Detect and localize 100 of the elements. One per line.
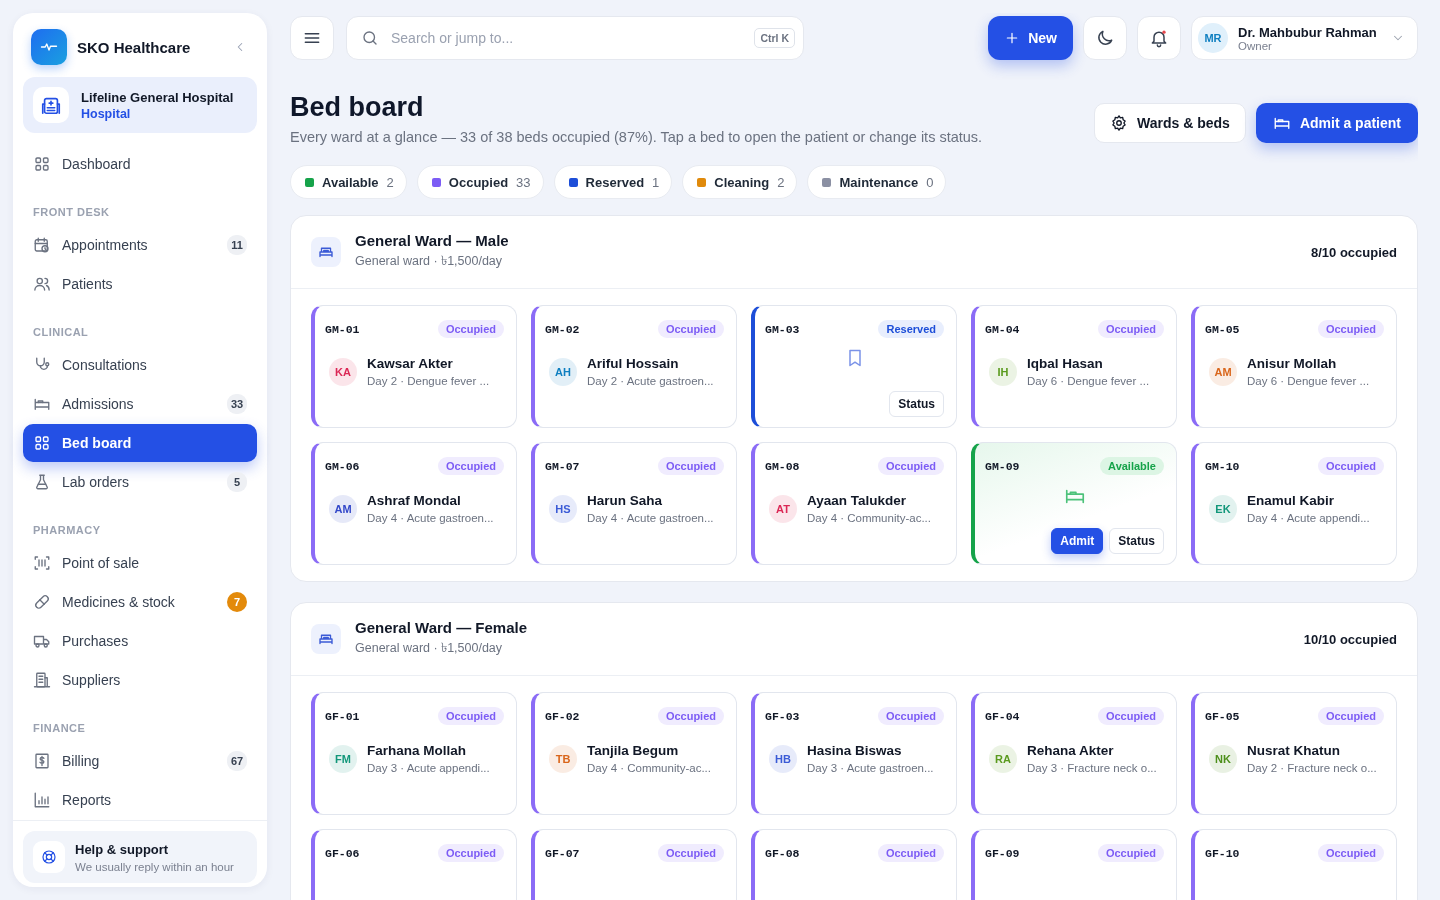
sidebar-item[interactable]: Admissions 33 — [23, 385, 257, 423]
bed-card[interactable]: GF-07 Occupied — [531, 829, 737, 900]
patient-avatar: AM — [329, 494, 357, 523]
notifications-button[interactable] — [1137, 16, 1181, 60]
patient-detail: Day 4 · Community-ac... — [587, 762, 711, 774]
chip-label: Occupied — [448, 174, 509, 190]
moon-icon — [1095, 28, 1115, 48]
bell-icon — [1149, 28, 1169, 48]
page-subtitle: Every ward at a glance — 33 of 38 beds occupied (87%). Tap a bed to open the patient or change its status. — [290, 129, 984, 145]
bed-id: GM-04 — [985, 322, 1020, 336]
status-pill: Reserved — [878, 320, 944, 338]
admit-patient-button[interactable]: Admit a patient — [1255, 103, 1418, 143]
count-badge: 11 — [227, 235, 247, 255]
bed-id: GF-06 — [325, 846, 360, 860]
bed-card[interactable]: GF-03 Occupied HB Hasina Biswas Day 3 · Acute gastroen... — [751, 692, 957, 815]
status-filter-chip[interactable]: Maintenance 0 — [807, 165, 947, 199]
patient-name: Enamul Kabir — [1247, 493, 1336, 508]
bed-card[interactable]: GF-04 Occupied RA Rehana Akter Day 3 · Fracture neck o... — [971, 692, 1177, 815]
wards-beds-button[interactable]: Wards & beds — [1094, 103, 1246, 143]
bed-id: GM-06 — [325, 459, 360, 473]
status-pill: Occupied — [877, 457, 944, 475]
sidebar-item[interactable]: Dashboard — [23, 145, 257, 183]
patient-name: Ayaan Talukder — [807, 493, 908, 508]
patient-detail: Day 4 · Acute gastroen... — [587, 512, 714, 524]
help-title: Help & support — [75, 841, 170, 857]
sidebar-item[interactable]: Purchases — [23, 622, 257, 660]
user-name: Dr. Mahbubur Rahman — [1238, 24, 1378, 40]
status-pill: Occupied — [657, 707, 724, 725]
search-icon — [361, 29, 379, 47]
status-filter-chip[interactable]: Cleaning 2 — [682, 165, 798, 199]
chip-count: 0 — [926, 174, 934, 190]
theme-toggle-button[interactable] — [1083, 16, 1127, 60]
sidebar-item[interactable]: Bed board — [23, 424, 257, 462]
bed-card[interactable]: GM-02 Occupied AH Ariful Hossain Day 2 · Acute gastroen... — [531, 305, 737, 428]
bed-card[interactable]: GF-08 Occupied — [751, 829, 957, 900]
bed-card[interactable]: GM-01 Occupied KA Kawsar Akter Day 2 · Dengue fever ... — [311, 305, 517, 428]
status-button[interactable]: Status — [889, 391, 944, 417]
bed-card[interactable]: GF-06 Occupied — [311, 829, 517, 900]
status-filter-chip[interactable]: Occupied 33 — [416, 165, 544, 199]
section-heading: PHARMACY — [32, 523, 102, 538]
bed-id: GF-02 — [545, 709, 580, 723]
patient-name: Anisur Mollah — [1247, 356, 1338, 371]
patient-avatar: KA — [329, 357, 357, 386]
patient-name: Harun Saha — [587, 493, 664, 508]
invoice-icon — [33, 752, 51, 770]
grid-icon — [33, 434, 51, 452]
sidebar-item[interactable]: Lab orders 5 — [23, 463, 257, 501]
status-filter-chip[interactable]: Available 2 — [290, 165, 407, 199]
help-card[interactable]: Help & support We usually reply within an hour — [23, 831, 257, 883]
patient-detail: Day 2 · Fracture neck o... — [1247, 762, 1377, 774]
bed-card[interactable]: GF-05 Occupied NK Nusrat Khatun Day 2 · Fracture neck o... — [1191, 692, 1397, 815]
bed-card[interactable]: GM-05 Occupied AM Anisur Mollah Day 6 · Dengue fever ... — [1191, 305, 1397, 428]
sidebar-item[interactable]: Reports — [23, 781, 257, 819]
status-filter-chip[interactable]: Reserved 1 — [553, 165, 673, 199]
menu-button[interactable] — [290, 16, 334, 60]
sidebar-item[interactable]: Consultations — [23, 346, 257, 384]
sidebar-item[interactable]: Suppliers — [23, 661, 257, 699]
patient-detail: Day 6 · Dengue fever ... — [1027, 375, 1150, 387]
sidebar-item[interactable]: Medicines & stock 7 — [23, 583, 257, 621]
patient-avatar: AT — [769, 494, 797, 523]
bed-card[interactable]: GF-09 Occupied — [971, 829, 1177, 900]
chip-count: 2 — [386, 174, 394, 190]
status-pill: Occupied — [657, 320, 724, 338]
bed-card[interactable]: GM-08 Occupied AT Ayaan Talukder Day 4 · Community-ac... — [751, 442, 957, 565]
organization-switcher[interactable]: Lifeline General Hospital Hospital — [23, 77, 257, 133]
sidebar-item[interactable]: Patients — [23, 265, 257, 303]
patient-detail: Day 4 · Acute appendi... — [1247, 512, 1370, 524]
bed-card[interactable]: GM-09 Available Admit Status — [971, 442, 1177, 565]
patient-name: Hasina Biswas — [807, 743, 903, 758]
status-pill: Available — [1100, 457, 1164, 475]
bed-card[interactable]: GM-10 Occupied EK Enamul Kabir Day 4 · Acute appendi... — [1191, 442, 1397, 565]
chip-count: 1 — [652, 174, 660, 190]
chip-count: 2 — [777, 174, 785, 190]
ward-name: General Ward — Female — [355, 619, 528, 636]
bed-card[interactable]: GF-01 Occupied FM Farhana Mollah Day 3 · Acute appendi... — [311, 692, 517, 815]
bed-card[interactable]: GM-06 Occupied AM Ashraf Mondal Day 4 · Acute gastroen... — [311, 442, 517, 565]
flask-icon — [33, 473, 51, 491]
users-icon — [33, 275, 51, 293]
admit-button[interactable]: Admit — [1051, 528, 1104, 554]
user-menu[interactable]: MR Dr. Mahbubur Rahman Owner — [1191, 16, 1418, 60]
sidebar-item[interactable]: Appointments 11 — [23, 226, 257, 264]
chip-label: Reserved — [585, 174, 645, 190]
bed-card[interactable]: GF-10 Occupied — [1191, 829, 1397, 900]
bed-card[interactable]: GM-04 Occupied IH Iqbal Hasan Day 6 · Dengue fever ... — [971, 305, 1177, 428]
patient-name: Kawsar Akter — [367, 356, 454, 371]
bed-id: GM-05 — [1205, 322, 1240, 336]
status-button[interactable]: Status — [1109, 528, 1164, 554]
bed-card[interactable]: GM-03 Reserved Status — [751, 305, 957, 428]
sidebar-item[interactable]: Billing 67 — [23, 742, 257, 780]
status-pill: Occupied — [877, 707, 944, 725]
search-field[interactable]: Search or jump to... Ctrl K — [346, 16, 804, 60]
sidebar-item[interactable]: Point of sale — [23, 544, 257, 582]
bed-card[interactable]: GF-02 Occupied TB Tanjila Begum Day 4 · Community-ac... — [531, 692, 737, 815]
status-pill: Occupied — [1097, 844, 1164, 862]
bed-id: GM-07 — [545, 459, 580, 473]
new-button[interactable]: New — [988, 16, 1073, 60]
search-input[interactable]: Search or jump to... — [389, 29, 745, 47]
patient-name: Rehana Akter — [1027, 743, 1115, 758]
patient-avatar: AH — [549, 357, 577, 386]
bed-card[interactable]: GM-07 Occupied HS Harun Saha Day 4 · Acute gastroen... — [531, 442, 737, 565]
